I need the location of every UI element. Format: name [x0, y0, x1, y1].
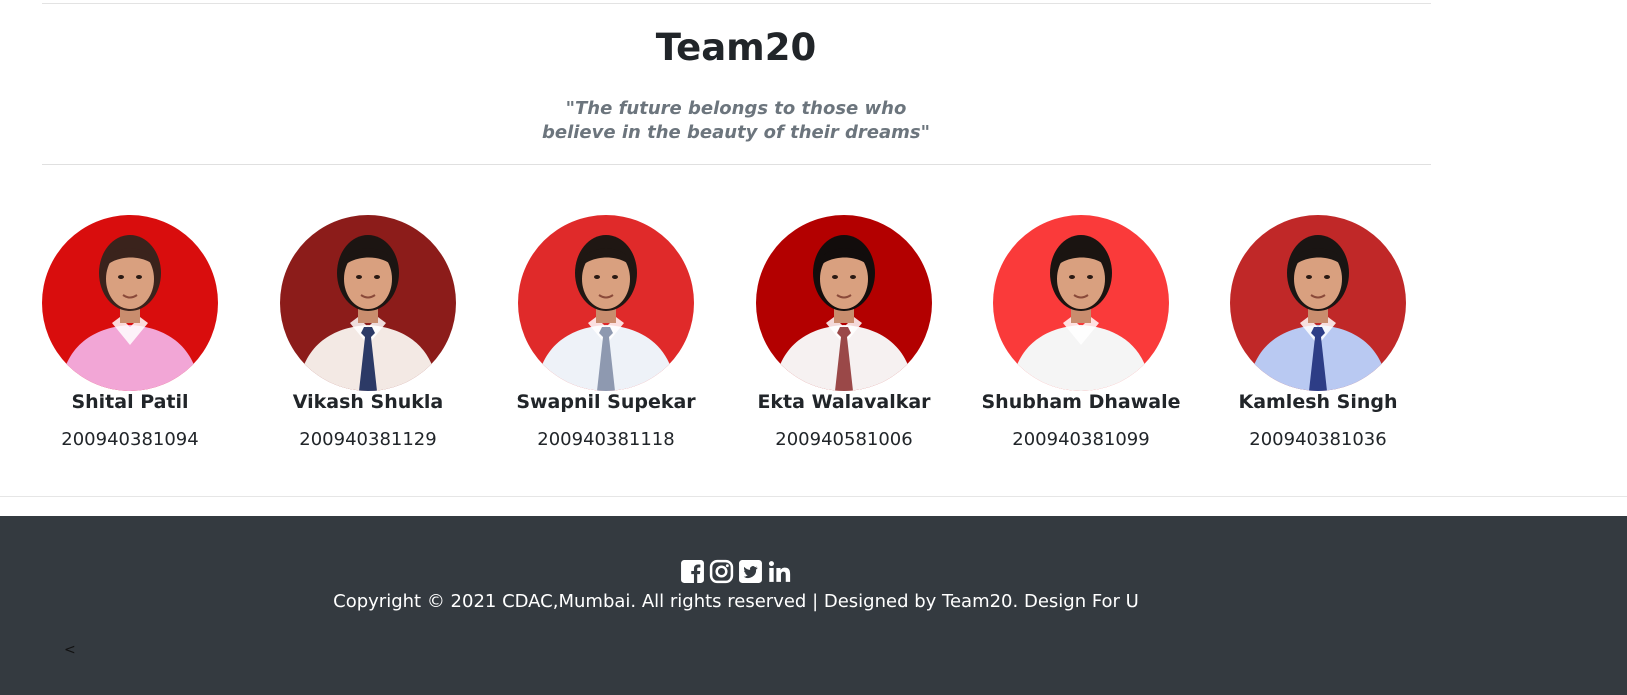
- divider-bottom: [0, 496, 1627, 497]
- divider-middle: [42, 164, 1431, 165]
- linkedin-icon[interactable]: [767, 559, 792, 584]
- divider-top: [42, 3, 1431, 4]
- member-name: Swapnil Supekar: [516, 391, 696, 413]
- copyright-text: Copyright © 2021 CDAC,Mumbai. All rights…: [333, 591, 1139, 612]
- member-name: Ekta Walavalkar: [757, 391, 931, 413]
- quote-line-1: "The future belongs to those who: [565, 98, 907, 119]
- page-title: Team20: [655, 26, 817, 69]
- site-footer: Copyright © 2021 CDAC,Mumbai. All rights…: [0, 516, 1627, 695]
- member-id: 200940381094: [61, 429, 199, 450]
- twitter-icon[interactable]: [738, 559, 763, 584]
- member-name: Vikash Shukla: [292, 391, 444, 413]
- member-name: Shital Patil: [71, 391, 189, 413]
- avatar: [42, 215, 218, 391]
- member-id: 200940381099: [1012, 429, 1150, 450]
- avatar: [518, 215, 694, 391]
- avatar: [280, 215, 456, 391]
- page: Team20 "The future belongs to those who …: [0, 0, 1627, 695]
- instagram-icon[interactable]: [709, 559, 734, 584]
- social-links: [680, 559, 792, 585]
- avatar: [1230, 215, 1406, 391]
- avatar: [993, 215, 1169, 391]
- member-id: 200940381036: [1249, 429, 1387, 450]
- member-id: 200940381129: [299, 429, 437, 450]
- avatar: [756, 215, 932, 391]
- back-link[interactable]: <: [64, 642, 76, 658]
- member-id: 200940381118: [537, 429, 675, 450]
- member-name: Kamlesh Singh: [1238, 391, 1398, 413]
- facebook-icon[interactable]: [680, 559, 705, 584]
- member-id: 200940581006: [775, 429, 913, 450]
- team-quote: "The future belongs to those who believe…: [0, 97, 1472, 145]
- member-name: Shubham Dhawale: [981, 391, 1181, 413]
- quote-line-2: believe in the beauty of their dreams": [541, 122, 931, 143]
